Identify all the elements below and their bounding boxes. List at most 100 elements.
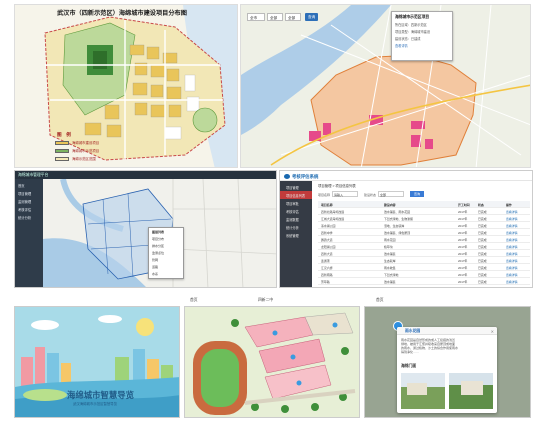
- sidebar-item-active[interactable]: 项目信息列表: [280, 191, 312, 199]
- column-header: 开工时间: [458, 202, 470, 207]
- sidebar-item[interactable]: 项目管理: [18, 191, 31, 196]
- sidebar-item[interactable]: 监测管理: [18, 199, 31, 204]
- top-bar: 海绵城市管理平台: [15, 171, 276, 179]
- table-cell: 四新中学: [321, 230, 333, 235]
- sidebar-item[interactable]: 监测数据: [280, 215, 312, 223]
- table-row: 龙阳湖公园 植草沟 2017年 已完成 查看详情: [318, 243, 530, 250]
- campus-illustration[interactable]: [185, 307, 360, 418]
- table-cell: 墨水湖公园: [321, 223, 336, 228]
- gis-map-graphic[interactable]: [241, 5, 531, 168]
- table-row: 四新南路 下凹式绿地 2017年 已完成 查看详情: [318, 271, 530, 278]
- table-cell: 已完成: [478, 209, 487, 214]
- table-cell: 2017年: [458, 272, 468, 277]
- layer-item[interactable]: 监测点位: [152, 251, 164, 255]
- table-cell: 已完成: [478, 223, 487, 228]
- card-header: 雨水花园 ✕: [397, 327, 497, 335]
- planning-map-graphic: [15, 5, 237, 167]
- view-detail-link[interactable]: 查看详情: [506, 210, 526, 214]
- card-title: 雨水花园: [405, 329, 421, 333]
- table-cell: 已完成: [478, 251, 487, 256]
- view-detail-link[interactable]: 查看详情: [506, 252, 526, 256]
- table-cell: 2017年: [458, 265, 468, 270]
- table-cell: 透水铺装、雨水花园: [384, 209, 411, 214]
- table-cell: 透水铺装、绿色屋顶: [384, 230, 411, 235]
- sidebar: 首页 项目管理 监测管理 考核评估 统计分析: [15, 179, 43, 287]
- table-cell: 2017年: [458, 230, 468, 235]
- layer-panel[interactable]: 图层列表 项目分布 排水分区 监测点位 管网 道路 水系: [148, 227, 184, 279]
- filter-label: 建设状态: [364, 192, 377, 197]
- table-cell: 已完成: [478, 265, 487, 270]
- table-cell: 龙阳湖公园: [321, 244, 336, 249]
- sidebar-item[interactable]: 统计分析: [18, 215, 31, 220]
- gis-map-panel[interactable]: 全市 全部 全部 查询 海绵城市示范区项目 所在区域：四新示范区 项目类型：海绵…: [240, 4, 531, 168]
- close-icon[interactable]: ✕: [491, 329, 494, 334]
- query-button[interactable]: 查询: [305, 13, 319, 21]
- sidebar-item[interactable]: 考核评估: [280, 207, 312, 215]
- assessment-panel: 考核评估系统 项目管理 项目信息列表 项目审批 考核评估 监测数据 统计分析 系…: [279, 170, 533, 288]
- table-row: 鹦鹉大道 雨水花园 2017年 已完成 查看详情: [318, 236, 530, 243]
- district-select[interactable]: 全市: [247, 13, 265, 21]
- view-detail-link[interactable]: 查看详情: [506, 259, 526, 263]
- layer-item[interactable]: 项目分布: [152, 237, 164, 241]
- table-cell: 已完成: [478, 244, 487, 249]
- view-detail-link[interactable]: 查看详情: [506, 287, 526, 288]
- popup-line: 所在区域：四新示范区: [395, 23, 427, 27]
- view-detail-link[interactable]: 查看详情: [506, 224, 526, 228]
- view-detail-link[interactable]: 查看详情: [506, 245, 526, 249]
- table-cell: 2017年: [458, 279, 468, 284]
- view-detail-link[interactable]: 查看详情: [506, 280, 526, 284]
- legend-item: 海绵城市示范项目: [55, 148, 99, 153]
- layer-panel-title: 图层列表: [152, 230, 165, 234]
- detail-panel[interactable]: 雨水花园 ✕ 雨水花园是自然形成的或人工挖掘的浅凹 绿地，被用于汇聚并吸收来自屋…: [364, 306, 531, 418]
- name-input[interactable]: 请输入: [332, 191, 358, 197]
- view-detail-link[interactable]: 查看详情: [506, 273, 526, 277]
- layer-item[interactable]: 道路: [152, 265, 158, 269]
- table-cell: 江城大道海绵改造: [321, 216, 345, 221]
- sidebar-item[interactable]: 项目审批: [280, 199, 312, 207]
- feature-popup: 海绵城市示范区项目 所在区域：四新示范区 项目类型：海绵城市建设 建设状态：已建…: [391, 11, 453, 61]
- sidebar-item[interactable]: 统计分析: [280, 223, 312, 231]
- table-cell: 雨水收集: [384, 265, 396, 270]
- status-select[interactable]: 全部: [285, 13, 301, 21]
- sidebar: 项目管理 项目信息列表 项目审批 考核评估 监测数据 统计分析 系统管理: [280, 181, 312, 287]
- status-select[interactable]: 全部: [378, 191, 404, 197]
- card-photos[interactable]: [401, 373, 493, 411]
- detail-top-label: 首页: [376, 298, 384, 302]
- legend-title: 图 例: [57, 132, 71, 137]
- query-button[interactable]: 查询: [410, 191, 424, 197]
- table-cell: 已完成: [478, 279, 487, 284]
- table-cell: 四新南路: [321, 272, 333, 277]
- table-cell: 下凹式绿地、生物滞留: [384, 216, 413, 221]
- layer-item[interactable]: 管网: [152, 258, 158, 262]
- table-cell: 已完成: [478, 237, 487, 242]
- view-detail-link[interactable]: 查看详情: [506, 266, 526, 270]
- campus-map-panel[interactable]: [184, 306, 360, 418]
- table-row: 江城大道海绵改造 下凹式绿地、生物滞留 2017年 已完成 查看详情: [318, 215, 530, 222]
- sidebar-item[interactable]: 系统管理: [280, 231, 312, 239]
- guide-top-label: 首页: [190, 298, 198, 302]
- table-row: 墨水湖公园 湿地、生态驳岸 2017年 已完成 查看详情: [318, 222, 530, 229]
- guide-splash-panel[interactable]: 海绵城市智慧导览 武汉海绵城市示范区智慧导览: [14, 306, 180, 418]
- layer-item[interactable]: 排水分区: [152, 244, 164, 248]
- sidebar-item[interactable]: 项目管理: [280, 183, 312, 191]
- table-cell: 植草沟: [384, 244, 393, 249]
- table-cell: 已完成: [478, 272, 487, 277]
- table-cell: 透水铺装: [384, 251, 396, 256]
- table-cell: 已完成: [478, 287, 492, 288]
- table-cell: 芳草路: [321, 279, 330, 284]
- table-header: 项目名称 建设内容 开工时间 状态 操作: [318, 201, 530, 208]
- layer-item[interactable]: 水系: [152, 272, 158, 276]
- popup-detail-link[interactable]: 查看详情: [395, 43, 449, 48]
- table-cell: 2017年: [458, 223, 468, 228]
- type-select[interactable]: 全部: [267, 13, 283, 21]
- header: 考核评估系统: [280, 171, 532, 181]
- view-detail-link[interactable]: 查看详情: [506, 217, 526, 221]
- view-detail-link[interactable]: 查看详情: [506, 238, 526, 242]
- table-cell: 四新大道: [321, 251, 333, 256]
- view-detail-link[interactable]: 查看详情: [506, 231, 526, 235]
- table-cell: 鹦鹉大道: [321, 237, 333, 242]
- card-line: 得到净化……: [401, 350, 420, 354]
- admin-map-panel[interactable]: 海绵城市管理平台 首页 项目管理 监测管理 考核评估 统计分析 图层列表 项目分…: [14, 170, 277, 288]
- sidebar-item[interactable]: 考核评估: [18, 207, 31, 212]
- sidebar-item[interactable]: 首页: [18, 183, 25, 188]
